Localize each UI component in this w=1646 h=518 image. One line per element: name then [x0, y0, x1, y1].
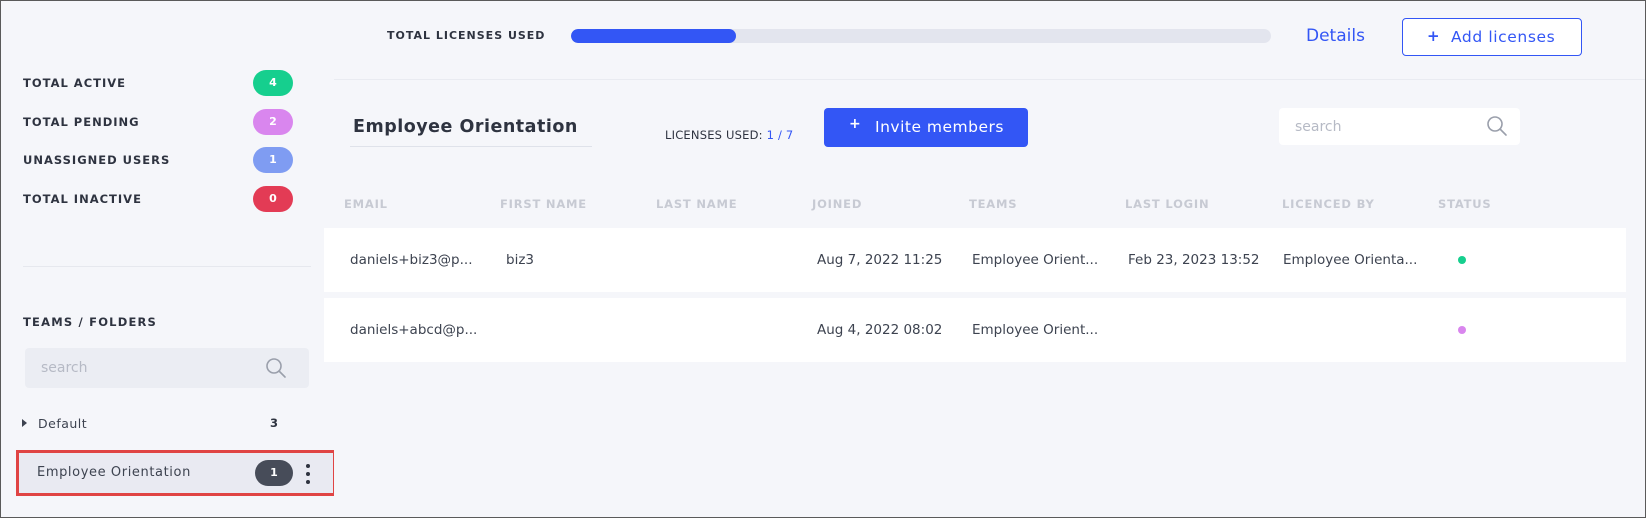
total-licenses-label: TOTAL LICENSES USED: [387, 29, 546, 42]
plus-icon: +: [1427, 27, 1441, 45]
app-frame: TOTAL ACTIVE 4 TOTAL PENDING 2 UNASSIGNE…: [0, 0, 1646, 518]
cell-email: daniels+biz3@p...: [350, 252, 473, 268]
main-panel: TOTAL LICENSES USED Details + Add licens…: [324, 2, 1645, 517]
sidebar-divider: [23, 266, 311, 267]
add-licenses-button[interactable]: + Add licenses: [1402, 18, 1582, 56]
plus-icon: +: [849, 116, 862, 132]
license-summary-bar: TOTAL LICENSES USED Details + Add licens…: [334, 2, 1645, 80]
licenses-used-label: LICENSES USED:: [665, 128, 763, 142]
cell-licenced-by: Employee Orienta...: [1283, 252, 1418, 268]
cell-joined: Aug 4, 2022 08:02: [817, 322, 943, 338]
cell-teams: Employee Orient...: [972, 322, 1099, 338]
folder-item-default[interactable]: Default 3: [19, 412, 289, 436]
search-icon[interactable]: [1486, 115, 1508, 137]
stat-total-inactive: TOTAL INACTIVE 0: [23, 186, 293, 212]
folder-label: Employee Orientation: [37, 465, 191, 480]
member-search: [1279, 108, 1520, 145]
licenses-used-value: 1 / 7: [766, 128, 794, 142]
license-progress-bar: [571, 29, 1271, 43]
licenses-used: LICENSES USED: 1 / 7: [665, 128, 793, 142]
add-licenses-label: Add licenses: [1451, 28, 1556, 46]
invite-members-label: Invite members: [875, 118, 1004, 136]
column-header-status[interactable]: STATUS: [1438, 197, 1492, 211]
team-title: Employee Orientation: [350, 117, 592, 147]
cell-teams: Employee Orient...: [972, 252, 1099, 268]
stat-count-badge: 0: [253, 186, 293, 212]
team-title-text: Employee Orientation: [353, 117, 578, 137]
folder-count: 3: [269, 416, 278, 430]
folder-count-badge: 1: [255, 460, 293, 486]
cell-first-name: biz3: [506, 252, 534, 268]
stat-count-badge: 1: [253, 147, 293, 173]
status-dot-icon: [1458, 326, 1466, 334]
stat-unassigned-users: UNASSIGNED USERS 1: [23, 147, 293, 173]
caret-right-icon[interactable]: [22, 419, 27, 427]
table-row[interactable]: daniels+biz3@p... biz3 Aug 7, 2022 11:25…: [324, 228, 1626, 292]
details-link[interactable]: Details: [1306, 26, 1365, 46]
stat-label: TOTAL INACTIVE: [23, 192, 142, 206]
stat-total-pending: TOTAL PENDING 2: [23, 109, 293, 135]
table-row[interactable]: daniels+abcd@p... Aug 4, 2022 08:02 Empl…: [324, 298, 1626, 362]
teams-folders-title: TEAMS / FOLDERS: [23, 315, 158, 329]
stat-label: TOTAL ACTIVE: [23, 76, 127, 90]
sidebar: TOTAL ACTIVE 4 TOTAL PENDING 2 UNASSIGNE…: [2, 2, 336, 517]
stat-count-badge: 4: [253, 70, 293, 96]
column-header-email[interactable]: EMAIL: [344, 197, 388, 211]
license-progress-fill: [571, 29, 736, 43]
folder-item-employee-orientation[interactable]: Employee Orientation 1: [16, 450, 336, 496]
status-dot-icon: [1458, 256, 1466, 264]
column-header-licenced-by[interactable]: LICENCED BY: [1282, 197, 1375, 211]
cell-last-login: Feb 23, 2023 13:52: [1128, 252, 1260, 268]
column-header-teams[interactable]: TEAMS: [969, 197, 1017, 211]
folder-label: Default: [38, 416, 88, 431]
search-icon[interactable]: [265, 357, 287, 379]
column-header-first-name[interactable]: FIRST NAME: [500, 197, 587, 211]
folder-search: [25, 348, 309, 388]
stat-label: UNASSIGNED USERS: [23, 153, 171, 167]
stat-label: TOTAL PENDING: [23, 115, 140, 129]
stat-total-active: TOTAL ACTIVE 4: [23, 70, 293, 96]
column-header-joined[interactable]: JOINED: [812, 197, 862, 211]
cell-joined: Aug 7, 2022 11:25: [817, 252, 943, 268]
invite-members-button[interactable]: + Invite members: [824, 108, 1028, 147]
member-search-input[interactable]: [1279, 108, 1520, 145]
stat-count-badge: 2: [253, 109, 293, 135]
column-header-last-login[interactable]: LAST LOGIN: [1125, 197, 1209, 211]
column-header-last-name[interactable]: LAST NAME: [656, 197, 737, 211]
more-options-icon[interactable]: [304, 463, 312, 485]
cell-email: daniels+abcd@p...: [350, 322, 478, 338]
